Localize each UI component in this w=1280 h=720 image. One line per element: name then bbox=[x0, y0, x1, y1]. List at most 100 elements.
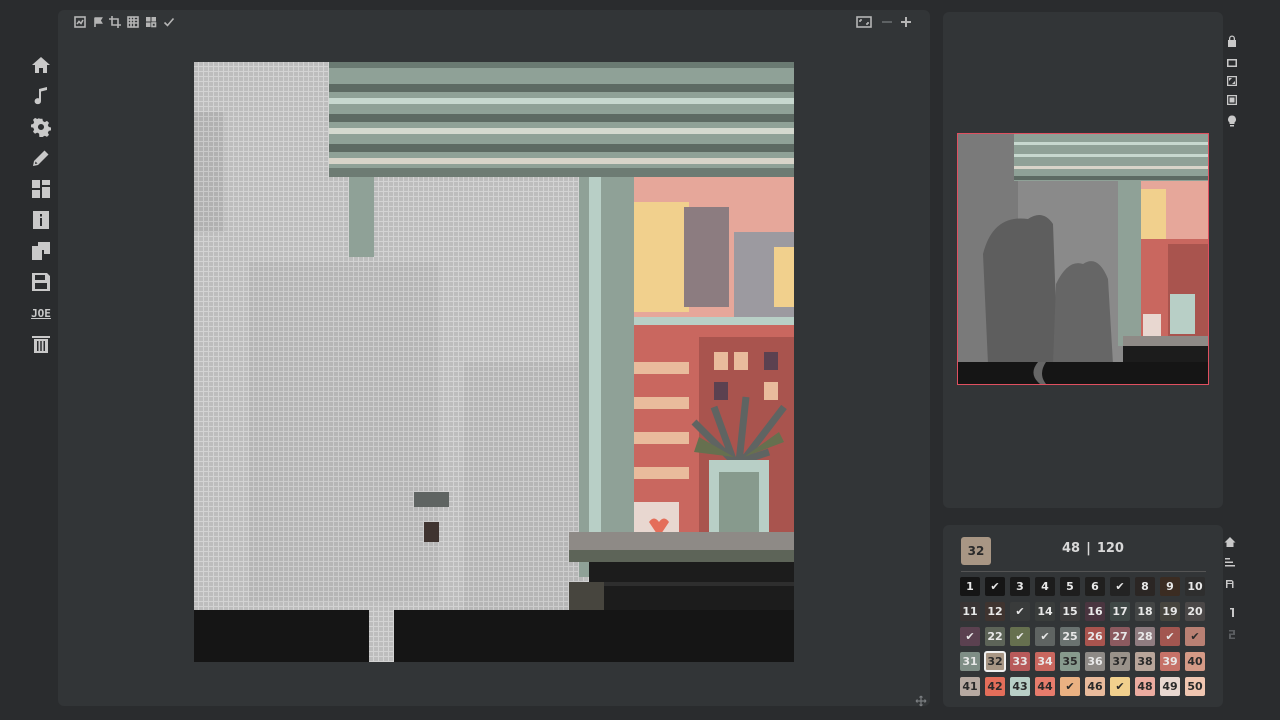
color-swatch-43[interactable]: 43 bbox=[1010, 677, 1030, 696]
color-swatch-1[interactable]: 1 bbox=[960, 577, 980, 596]
flag-button[interactable] bbox=[90, 14, 105, 29]
color-swatch-37[interactable]: 37 bbox=[1110, 652, 1130, 671]
color-swatch-46[interactable]: 46 bbox=[1085, 677, 1105, 696]
text-size-button[interactable] bbox=[1222, 575, 1238, 591]
color-swatch-29[interactable]: ✔ bbox=[1160, 627, 1180, 646]
color-swatch-14[interactable]: 14 bbox=[1035, 602, 1055, 621]
color-swatch-31[interactable]: 31 bbox=[960, 652, 980, 671]
color-swatch-23[interactable]: ✔ bbox=[1010, 627, 1030, 646]
music-button[interactable] bbox=[28, 83, 54, 109]
zoom-out-button[interactable] bbox=[879, 14, 894, 29]
color-swatch-36[interactable]: 36 bbox=[1085, 652, 1105, 671]
home-button[interactable] bbox=[28, 52, 54, 78]
sidebar: JOE bbox=[28, 52, 56, 362]
color-swatch-24[interactable]: ✔ bbox=[1035, 627, 1055, 646]
swatch-number: 3 bbox=[1016, 580, 1024, 593]
palette-home-button[interactable] bbox=[1222, 534, 1238, 550]
color-swatch-30[interactable]: ✔ bbox=[1185, 627, 1205, 646]
artwork-preview[interactable] bbox=[957, 133, 1209, 385]
gallery-grid-button[interactable] bbox=[28, 176, 54, 202]
crop-button[interactable] bbox=[107, 14, 122, 29]
color-swatch-18[interactable]: 18 bbox=[1135, 602, 1155, 621]
color-swatch-48[interactable]: 48 bbox=[1135, 677, 1155, 696]
color-swatch-49[interactable]: 49 bbox=[1160, 677, 1180, 696]
swatch-number: 25 bbox=[1062, 630, 1078, 643]
color-swatch-12[interactable]: 12 bbox=[985, 602, 1005, 621]
lock-button[interactable] bbox=[1224, 33, 1240, 49]
hint-button[interactable] bbox=[1224, 113, 1240, 129]
color-swatch-21[interactable]: ✔ bbox=[960, 627, 980, 646]
color-swatch-6[interactable]: 6 bbox=[1085, 577, 1105, 596]
sort-button[interactable] bbox=[1222, 554, 1238, 570]
palette-divider bbox=[961, 571, 1206, 572]
color-swatch-34[interactable]: 34 bbox=[1035, 652, 1055, 671]
expand-button[interactable] bbox=[1224, 73, 1240, 89]
progress-counter: 48 | 120 bbox=[1043, 541, 1143, 556]
draw-button[interactable] bbox=[28, 145, 54, 171]
color-swatch-44[interactable]: 44 bbox=[1035, 677, 1055, 696]
delete-button[interactable] bbox=[28, 331, 54, 357]
color-swatch-41[interactable]: 41 bbox=[960, 677, 980, 696]
layers-button[interactable] bbox=[143, 14, 158, 29]
swatch-number: 16 bbox=[1087, 605, 1103, 618]
image-icon bbox=[73, 15, 86, 28]
color-swatch-42[interactable]: 42 bbox=[985, 677, 1005, 696]
color-swatch-50[interactable]: 50 bbox=[1185, 677, 1205, 696]
checker-button[interactable] bbox=[125, 14, 140, 29]
color-swatch-22[interactable]: 22 bbox=[985, 627, 1005, 646]
color-swatch-7[interactable]: ✔ bbox=[1110, 577, 1130, 596]
color-swatch-2[interactable]: ✔ bbox=[985, 577, 1005, 596]
color-swatch-20[interactable]: 20 bbox=[1185, 602, 1205, 621]
color-swatch-8[interactable]: 8 bbox=[1135, 577, 1155, 596]
color-swatch-5[interactable]: 5 bbox=[1060, 577, 1080, 596]
main-panel bbox=[58, 10, 930, 706]
color-swatch-47[interactable]: ✔ bbox=[1110, 677, 1130, 696]
color-swatch-40[interactable]: 40 bbox=[1185, 652, 1205, 671]
color-swatch-32[interactable]: 32 bbox=[984, 651, 1006, 672]
resize-corner-button[interactable] bbox=[915, 692, 927, 707]
color-swatch-26[interactable]: 26 bbox=[1085, 627, 1105, 646]
palette-panel: 32 48 | 120 1 ✔ 3 4 5 6 ✔ 8 9 10 11 12 ✔ 14 15 16 17 18 19 20… bbox=[943, 525, 1223, 707]
page-two-button[interactable] bbox=[1224, 626, 1240, 642]
info-button[interactable] bbox=[28, 207, 54, 233]
color-swatch-35[interactable]: 35 bbox=[1060, 652, 1080, 671]
swatch-number: 14 bbox=[1037, 605, 1053, 618]
swatch-number: 5 bbox=[1066, 580, 1074, 593]
checker-icon bbox=[126, 15, 139, 28]
current-color-number: 32 bbox=[967, 544, 985, 558]
color-swatch-33[interactable]: 33 bbox=[1010, 652, 1030, 671]
color-swatch-39[interactable]: 39 bbox=[1160, 652, 1180, 671]
swatch-number: 28 bbox=[1137, 630, 1153, 643]
color-swatch-15[interactable]: 15 bbox=[1060, 602, 1080, 621]
color-swatch-19[interactable]: 19 bbox=[1160, 602, 1180, 621]
zoom-in-button[interactable] bbox=[898, 14, 913, 29]
check-button[interactable] bbox=[161, 14, 176, 29]
user-button[interactable]: JOE bbox=[28, 300, 54, 326]
page-one-button[interactable] bbox=[1224, 604, 1240, 620]
image-mode-button[interactable] bbox=[72, 14, 87, 29]
fullscreen-button[interactable] bbox=[1224, 92, 1240, 108]
settings-button[interactable] bbox=[28, 114, 54, 140]
library-button[interactable] bbox=[28, 238, 54, 264]
color-swatch-9[interactable]: 9 bbox=[1160, 577, 1180, 596]
color-swatch-16[interactable]: 16 bbox=[1085, 602, 1105, 621]
color-swatch-25[interactable]: 25 bbox=[1060, 627, 1080, 646]
save-button[interactable] bbox=[28, 269, 54, 295]
color-swatch-38[interactable]: 38 bbox=[1135, 652, 1155, 671]
swatch-number: 4 bbox=[1041, 580, 1049, 593]
color-swatch-28[interactable]: 28 bbox=[1135, 627, 1155, 646]
swatch-number: 27 bbox=[1112, 630, 1128, 643]
color-swatch-13[interactable]: ✔ bbox=[1010, 602, 1030, 621]
frame-button[interactable] bbox=[1224, 55, 1240, 71]
color-swatch-3[interactable]: 3 bbox=[1010, 577, 1030, 596]
color-swatch-27[interactable]: 27 bbox=[1110, 627, 1130, 646]
pixel-canvas[interactable] bbox=[194, 62, 794, 662]
fit-screen-button[interactable] bbox=[854, 14, 874, 29]
color-swatch-45[interactable]: ✔ bbox=[1060, 677, 1080, 696]
home-icon bbox=[32, 57, 50, 73]
color-swatch-11[interactable]: 11 bbox=[960, 602, 980, 621]
zoom-out-icon bbox=[881, 20, 892, 23]
color-swatch-17[interactable]: 17 bbox=[1110, 602, 1130, 621]
color-swatch-10[interactable]: 10 bbox=[1185, 577, 1205, 596]
color-swatch-4[interactable]: 4 bbox=[1035, 577, 1055, 596]
